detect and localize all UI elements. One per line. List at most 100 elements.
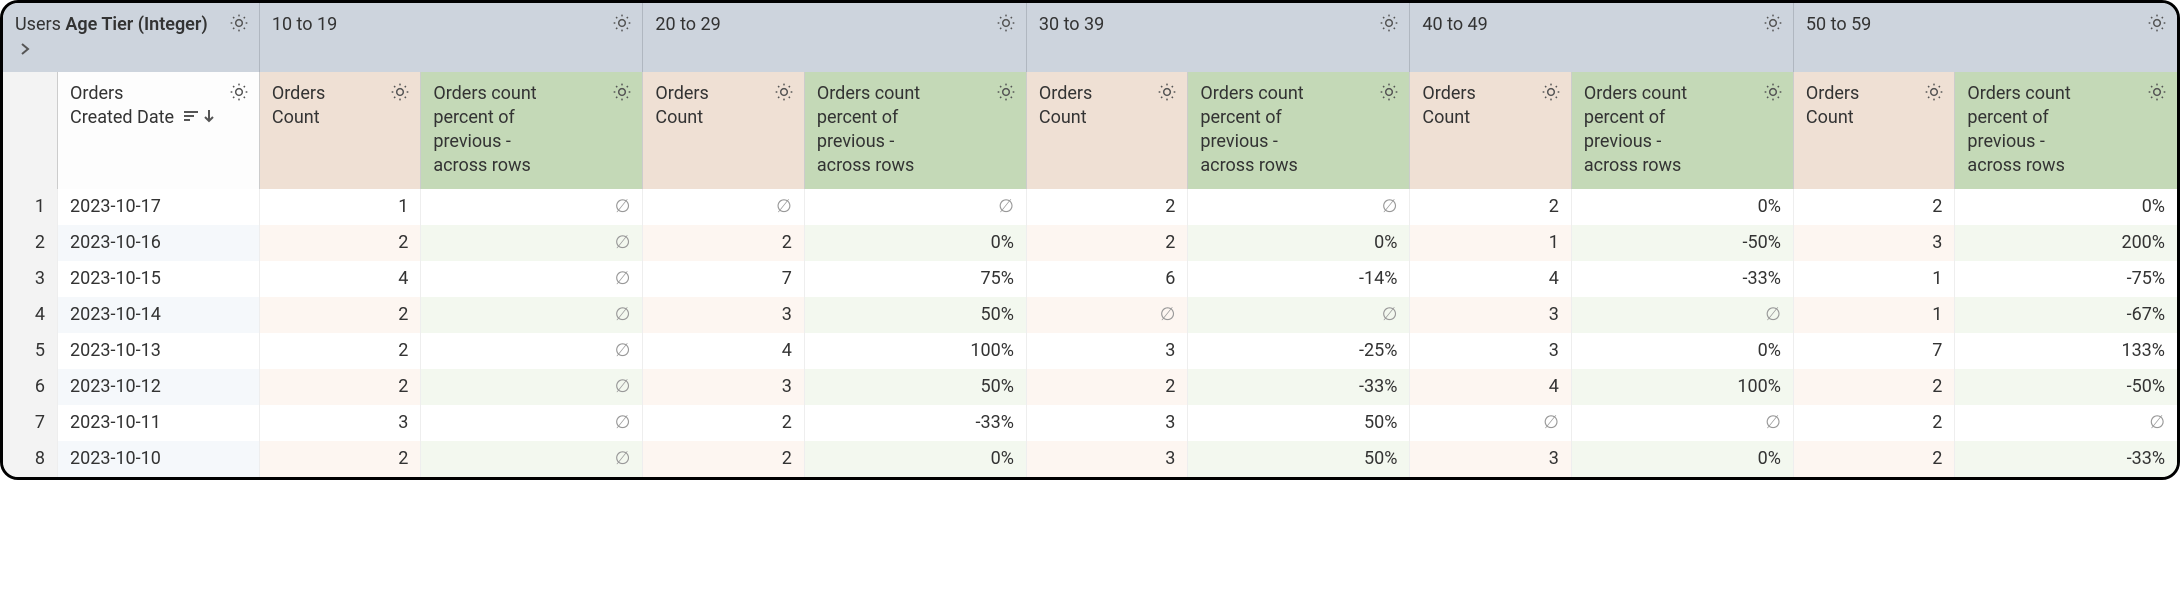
gear-icon[interactable] <box>772 80 796 104</box>
count-cell[interactable]: 4 <box>1410 369 1570 405</box>
count-cell[interactable]: 2 <box>1410 189 1570 225</box>
count-cell[interactable]: 1 <box>1410 225 1570 261</box>
orders-count-header[interactable]: Orders Count <box>1027 72 1187 172</box>
orders-pct-header[interactable]: Orders count percent of previous - acros… <box>1188 72 1409 189</box>
count-cell[interactable]: 3 <box>643 369 803 405</box>
pct-cell[interactable]: ∅ <box>421 405 642 441</box>
pct-cell[interactable]: 0% <box>1955 189 2177 225</box>
pct-cell[interactable]: -50% <box>1572 225 1793 261</box>
pct-cell[interactable]: ∅ <box>421 333 642 369</box>
gear-icon[interactable] <box>1377 80 1401 104</box>
pct-cell[interactable]: ∅ <box>421 261 642 297</box>
orders-count-header[interactable]: Orders Count <box>1794 72 1954 172</box>
pct-cell[interactable]: 0% <box>805 441 1026 477</box>
count-cell[interactable]: 7 <box>643 261 803 297</box>
pct-cell[interactable]: -50% <box>1955 369 2177 405</box>
gear-icon[interactable] <box>227 80 251 104</box>
date-cell[interactable]: 2023-10-11 <box>58 405 259 441</box>
count-cell[interactable]: 3 <box>1027 441 1187 477</box>
orders-count-header[interactable]: Orders Count <box>260 72 420 172</box>
age-tier-header[interactable]: 20 to 29 <box>643 3 1026 67</box>
orders-pct-header[interactable]: Orders count percent of previous - acros… <box>421 72 642 189</box>
gear-icon[interactable] <box>610 80 634 104</box>
age-tier-header[interactable]: 30 to 39 <box>1027 3 1410 67</box>
count-cell[interactable]: 2 <box>260 297 420 333</box>
orders-count-header[interactable]: Orders Count <box>643 72 803 172</box>
gear-icon[interactable] <box>388 80 412 104</box>
count-cell[interactable]: 3 <box>643 297 803 333</box>
pct-cell[interactable]: 50% <box>805 369 1026 405</box>
count-cell[interactable]: 2 <box>260 225 420 261</box>
date-cell[interactable]: 2023-10-12 <box>58 369 259 405</box>
pct-cell[interactable]: ∅ <box>421 189 642 225</box>
count-cell[interactable]: 1 <box>260 189 420 225</box>
gear-icon[interactable] <box>2145 11 2169 35</box>
pct-cell[interactable]: 50% <box>1188 441 1409 477</box>
date-cell[interactable]: 2023-10-15 <box>58 261 259 297</box>
orders-count-header[interactable]: Orders Count <box>1410 72 1570 172</box>
pct-cell[interactable]: -33% <box>805 405 1026 441</box>
pct-cell[interactable]: ∅ <box>1188 297 1409 333</box>
orders-pct-header[interactable]: Orders count percent of previous - acros… <box>805 72 1026 189</box>
pct-cell[interactable]: ∅ <box>1572 405 1793 441</box>
gear-icon[interactable] <box>610 11 634 35</box>
pct-cell[interactable]: ∅ <box>421 369 642 405</box>
pct-cell[interactable]: ∅ <box>1572 297 1793 333</box>
count-cell[interactable]: 2 <box>1794 369 1954 405</box>
count-cell[interactable]: 2 <box>1794 441 1954 477</box>
pct-cell[interactable]: 133% <box>1955 333 2177 369</box>
count-cell[interactable]: 2 <box>643 441 803 477</box>
pct-cell[interactable]: ∅ <box>421 441 642 477</box>
pct-cell[interactable]: ∅ <box>1955 405 2177 441</box>
count-cell[interactable]: 7 <box>1794 333 1954 369</box>
gear-icon[interactable] <box>1377 11 1401 35</box>
count-cell[interactable]: 2 <box>260 333 420 369</box>
pct-cell[interactable]: ∅ <box>421 297 642 333</box>
gear-icon[interactable] <box>1539 80 1563 104</box>
gear-icon[interactable] <box>1922 80 1946 104</box>
date-cell[interactable]: 2023-10-10 <box>58 441 259 477</box>
count-cell[interactable]: 4 <box>643 333 803 369</box>
count-cell[interactable]: ∅ <box>1410 405 1570 441</box>
count-cell[interactable]: ∅ <box>1027 297 1187 333</box>
count-cell[interactable]: 3 <box>1794 225 1954 261</box>
pct-cell[interactable]: ∅ <box>421 225 642 261</box>
age-tier-header[interactable]: 50 to 59 <box>1794 3 2177 67</box>
count-cell[interactable]: 2 <box>260 369 420 405</box>
pct-cell[interactable]: 50% <box>1188 405 1409 441</box>
age-tier-header[interactable]: 10 to 19 <box>260 3 643 67</box>
pct-cell[interactable]: 75% <box>805 261 1026 297</box>
count-cell[interactable]: ∅ <box>643 189 803 225</box>
count-cell[interactable]: 2 <box>1027 225 1187 261</box>
count-cell[interactable]: 3 <box>1410 297 1570 333</box>
gear-icon[interactable] <box>227 11 251 35</box>
count-cell[interactable]: 2 <box>643 405 803 441</box>
pct-cell[interactable]: -14% <box>1188 261 1409 297</box>
pct-cell[interactable]: 100% <box>805 333 1026 369</box>
gear-icon[interactable] <box>2145 80 2169 104</box>
count-cell[interactable]: 3 <box>1027 405 1187 441</box>
date-cell[interactable]: 2023-10-14 <box>58 297 259 333</box>
count-cell[interactable]: 3 <box>260 405 420 441</box>
sort-indicator[interactable] <box>183 109 215 123</box>
pct-cell[interactable]: -75% <box>1955 261 2177 297</box>
gear-icon[interactable] <box>1155 80 1179 104</box>
gear-icon[interactable] <box>1761 11 1785 35</box>
gear-icon[interactable] <box>994 11 1018 35</box>
gear-icon[interactable] <box>994 80 1018 104</box>
date-cell[interactable]: 2023-10-17 <box>58 189 259 225</box>
count-cell[interactable]: 2 <box>1027 189 1187 225</box>
pct-cell[interactable]: ∅ <box>805 189 1026 225</box>
count-cell[interactable]: 1 <box>1794 297 1954 333</box>
pct-cell[interactable]: -33% <box>1955 441 2177 477</box>
pct-cell[interactable]: 0% <box>1572 441 1793 477</box>
pct-cell[interactable]: 100% <box>1572 369 1793 405</box>
pct-cell[interactable]: ∅ <box>1188 189 1409 225</box>
pct-cell[interactable]: -33% <box>1572 261 1793 297</box>
gear-icon[interactable] <box>1761 80 1785 104</box>
count-cell[interactable]: 6 <box>1027 261 1187 297</box>
date-cell[interactable]: 2023-10-16 <box>58 225 259 261</box>
pct-cell[interactable]: 0% <box>1572 333 1793 369</box>
pct-cell[interactable]: -25% <box>1188 333 1409 369</box>
pct-cell[interactable]: 0% <box>805 225 1026 261</box>
